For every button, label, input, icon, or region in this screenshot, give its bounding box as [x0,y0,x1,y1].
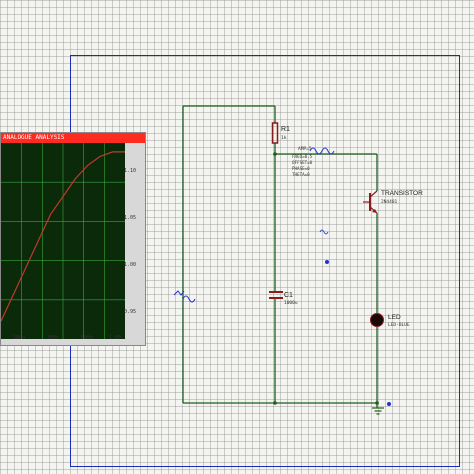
junctions [273,152,379,405]
ac-amp-label: AMP=5 [298,146,312,152]
ac-source-annotation[interactable]: AMP=5 FREQ=0.5 OFFSET=0 PHASE=0 THETA=0 [292,146,335,177]
capacitor-c1[interactable]: C1 1000u [269,291,298,306]
transistor-ref-label: TRANSISTOR [381,190,423,197]
junction-dot [375,401,379,405]
graph-plot-area[interactable] [0,143,125,339]
c1-value-label: 1000u [284,300,298,306]
transistor-collector-lead [369,190,378,198]
graph-xtick-2: 500n [81,335,94,341]
analysis-graph-window[interactable]: ANALOGUE ANALYSIS 1.10 1.05 1.00 0.95 10… [0,132,146,346]
probe-marker-wave-icon [319,229,329,235]
sine-wave-icon-2 [321,147,335,155]
transistor-value-label: 2N4401 [381,199,398,205]
graph-svg [0,143,125,339]
probe-wave-icon [182,295,196,303]
graph-xtick-3: 1.00 [109,335,122,341]
wires [182,105,378,408]
transistor-q1[interactable]: TRANSISTOR 2N4401 [363,190,423,214]
resistor-body [271,122,279,144]
ground-symbol[interactable] [372,402,391,415]
ground-probe-dot-icon [387,402,391,406]
ac-param-theta: THETA=0 [292,172,310,177]
graph-ytick-1: 1.05 [124,215,137,221]
resistor-r1[interactable]: R1 1k [271,122,291,144]
c1-ref-label: C1 [284,292,293,299]
led-ref-label: LED [388,314,401,321]
ac-param-phase: PHASE=0 [292,166,310,171]
schematic-canvas[interactable]: R1 1k C1 1000u TRANSISTOR 2N4401 LED LED… [0,0,474,474]
graph-title[interactable]: ANALOGUE ANALYSIS [1,133,145,143]
graph-ytick-2: 1.00 [124,262,137,268]
ac-param-offset: OFFSET=0 [292,160,313,165]
probe-dot-icon [325,260,329,264]
junction-dot [273,152,277,156]
graph-xtick-0: 100n [13,335,26,341]
graph-xtick-1: 300n [47,335,60,341]
probe-marker-top[interactable] [319,229,329,235]
junction-dot [273,401,277,405]
led-d1[interactable]: LED LED-BLUE [370,313,410,329]
r1-ref-label: R1 [281,126,290,133]
ac-param-freq: FREQ=0.5 [292,154,313,159]
led-body-icon [370,313,384,327]
r1-value-label: 1k [281,135,287,141]
voltage-probe-left[interactable] [173,290,196,303]
led-value-label: LED-BLUE [388,322,410,328]
graph-ytick-0: 1.10 [124,168,137,174]
probe-marker-mid[interactable] [325,260,329,264]
graph-ytick-3: 0.95 [124,309,137,315]
